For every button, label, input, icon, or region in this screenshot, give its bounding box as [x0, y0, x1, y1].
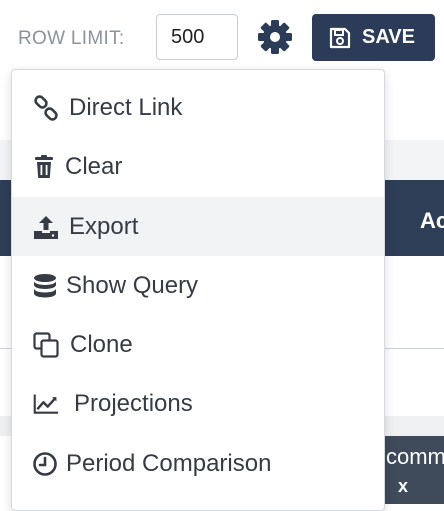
menu-item-label: Clear: [65, 152, 123, 180]
menu-item-period-comparison[interactable]: Period Comparison: [12, 434, 384, 493]
menu-item-clear[interactable]: Clear: [12, 137, 384, 196]
clock-icon: [31, 450, 59, 478]
link-icon: [32, 94, 60, 122]
menu-item-label: Projections: [74, 389, 193, 417]
menu-item-clone[interactable]: Clone: [12, 315, 384, 374]
save-button-label: SAVE: [362, 26, 415, 48]
table-header-label: Ac: [420, 208, 444, 233]
menu-item-label: Period Comparison: [66, 449, 272, 477]
menu-item-show-query[interactable]: Show Query: [12, 256, 384, 315]
menu-item-direct-link[interactable]: Direct Link: [12, 78, 384, 137]
clone-icon: [32, 331, 60, 359]
save-button[interactable]: SAVE: [312, 14, 435, 61]
row-limit-label: ROW LIMIT:: [18, 28, 125, 49]
filter-chip-label: comm: [386, 444, 444, 469]
menu-item-label: Direct Link: [69, 93, 183, 121]
filter-chip[interactable]: comm x: [384, 436, 444, 504]
line-chart-icon: [32, 390, 60, 418]
gear-icon[interactable]: [256, 18, 294, 56]
menu-item-label: Clone: [70, 330, 133, 358]
menu-item-label: Show Query: [66, 271, 199, 299]
trash-icon: [30, 153, 58, 181]
upload-icon: [32, 213, 60, 241]
menu-item-projections[interactable]: Projections: [12, 374, 384, 433]
database-icon: [31, 272, 59, 300]
menu-item-label: Export: [69, 212, 139, 240]
floppy-icon: [329, 27, 351, 48]
row-limit-input[interactable]: [156, 14, 238, 60]
filter-chip-close[interactable]: x: [398, 476, 408, 497]
actions-dropdown-menu: Direct Link Clear Export Show Query Clon…: [11, 69, 385, 511]
menu-item-export[interactable]: Export: [12, 197, 384, 256]
